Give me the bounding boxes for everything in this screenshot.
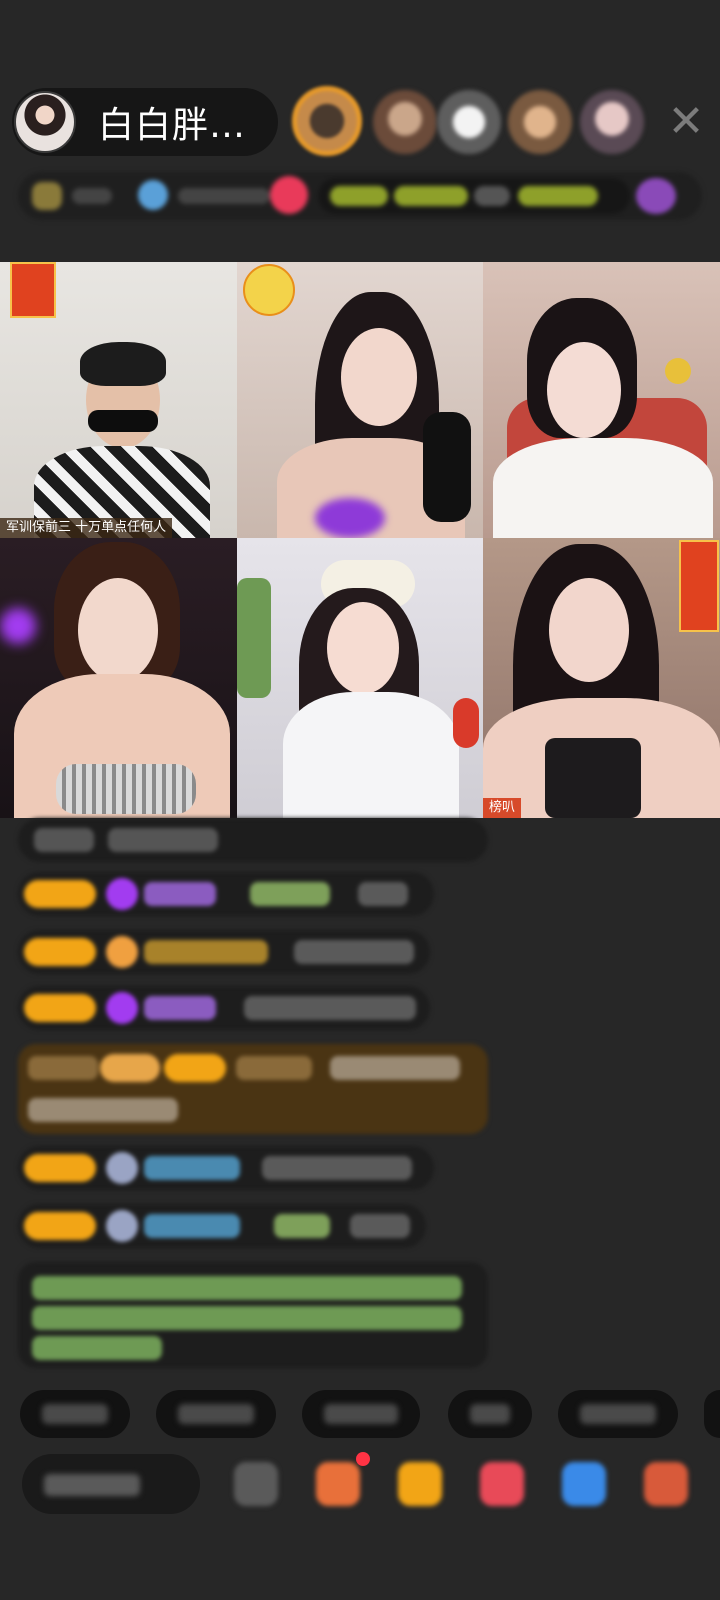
room-announcement[interactable] — [18, 1262, 488, 1368]
video-tile-3[interactable] — [483, 262, 720, 538]
host-info-pill[interactable]: 白白胖… — [12, 88, 278, 156]
comment-input[interactable] — [22, 1454, 200, 1514]
microphone-icon — [423, 412, 471, 522]
quick-reply-chip-5[interactable] — [558, 1390, 678, 1438]
level-badge — [24, 1212, 96, 1240]
chat-message[interactable] — [18, 986, 430, 1030]
badge-icon — [679, 540, 719, 632]
chat-message[interactable] — [18, 930, 430, 974]
tile-caption: 军训保前三 十万单点任何人 — [0, 518, 173, 538]
heart-icon[interactable] — [480, 1462, 524, 1506]
quick-reply-chip-3[interactable] — [302, 1390, 420, 1438]
diamond-icon — [106, 992, 138, 1024]
lottery-icon[interactable] — [398, 1462, 442, 1506]
badge-icon — [243, 264, 295, 316]
fan-badge-icon — [106, 936, 138, 968]
video-grid: 军训保前三 十万单点任何人 榜叭 — [0, 262, 720, 818]
fan-badge-icon — [106, 1152, 138, 1184]
quick-reply-chip-2[interactable] — [156, 1390, 276, 1438]
guest-face — [327, 602, 399, 694]
video-tile-5[interactable] — [237, 538, 483, 818]
gift-box-icon[interactable] — [316, 1462, 360, 1506]
tile-caption: 榜叭 — [483, 798, 522, 818]
guest-face — [341, 328, 417, 426]
video-tile-2[interactable] — [237, 262, 483, 538]
guest-face — [78, 578, 158, 682]
viewer-avatar-5[interactable] — [580, 90, 644, 154]
guest-face — [547, 342, 621, 438]
quick-reply-chip-4[interactable] — [448, 1390, 532, 1438]
viewer-avatar-2[interactable] — [373, 90, 437, 154]
chat-message[interactable] — [18, 872, 434, 916]
notification-dot-icon — [356, 1452, 370, 1466]
viewer-avatar-4[interactable] — [508, 90, 572, 154]
viewer-avatar-3[interactable] — [437, 90, 501, 154]
video-tile-4[interactable] — [0, 538, 237, 818]
video-tile-1[interactable]: 军训保前三 十万单点任何人 — [0, 262, 237, 538]
quick-reply-chip-6[interactable] — [704, 1390, 720, 1438]
host-avatar[interactable] — [14, 91, 76, 153]
level-badge — [24, 880, 96, 908]
viewer-avatar-1[interactable] — [292, 86, 362, 156]
level-badge — [24, 994, 96, 1022]
diamond-icon — [106, 878, 138, 910]
guest-face — [549, 578, 629, 682]
chat-message[interactable] — [18, 1204, 426, 1248]
badge-icon — [10, 262, 56, 318]
level-badge — [24, 1154, 96, 1182]
quick-reply-chip-1[interactable] — [20, 1390, 130, 1438]
close-icon[interactable]: ✕ — [664, 100, 708, 144]
chat-message[interactable] — [18, 818, 488, 862]
sunglasses-icon — [88, 410, 158, 432]
link-mic-icon[interactable] — [562, 1462, 606, 1506]
video-tile-6[interactable]: 榜叭 — [483, 538, 720, 818]
room-info-strip[interactable] — [18, 172, 702, 220]
system-notice[interactable] — [18, 1044, 488, 1134]
level-badge — [24, 938, 96, 966]
fan-badge-icon — [106, 1210, 138, 1242]
emoji-icon[interactable] — [234, 1462, 278, 1506]
gift-icon[interactable] — [644, 1462, 688, 1506]
host-name[interactable]: 白白胖… — [98, 96, 246, 148]
chat-message[interactable] — [18, 1146, 434, 1190]
